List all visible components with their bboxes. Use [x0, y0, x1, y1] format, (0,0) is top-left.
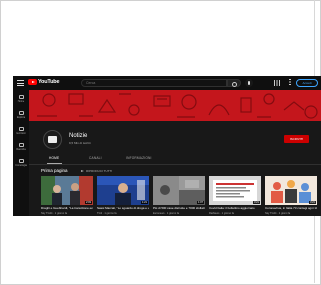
- video-card[interactable]: 1:07 Più di 500 case distrutte e 7000 sf…: [153, 176, 205, 215]
- more-options-icon[interactable]: [289, 79, 291, 86]
- youtube-logo[interactable]: YouTube: [28, 79, 60, 85]
- library-icon: [18, 143, 24, 147]
- history-icon: [18, 159, 24, 163]
- sidebar-item-library[interactable]: Raccolta: [13, 143, 29, 151]
- sidebar-item-subscriptions[interactable]: Iscrizioni: [13, 127, 29, 135]
- video-meta: Euronews · 1 giorno fa: [153, 211, 180, 215]
- youtube-screenshot: YouTube Cerca Accedi Home Esplora Iscriz…: [13, 76, 321, 216]
- tab-about[interactable]: INFORMAZIONI: [126, 156, 152, 160]
- channel-tabs: HOME CANALI INFORMAZIONI: [29, 154, 321, 165]
- tab-channels[interactable]: CANALI: [89, 156, 102, 160]
- video-thumbnail[interactable]: 2:03: [41, 176, 93, 205]
- microphone-icon[interactable]: [245, 79, 253, 87]
- channel-name: Notizie: [69, 133, 88, 139]
- video-card[interactable]: 1:21 Sassi Marcati, "Lo sguardo di droga…: [97, 176, 149, 215]
- active-tab-indicator: [47, 163, 62, 164]
- sidebar-item-label: Raccolta: [16, 148, 26, 151]
- video-duration: 1:07: [196, 201, 204, 204]
- sidebar: Home Esplora Iscrizioni Raccolta Cronolo…: [13, 90, 29, 216]
- subscriber-count: 9,5 Mln di iscritti: [69, 141, 91, 145]
- search-input[interactable]: Cerca: [81, 79, 227, 87]
- sidebar-item-label: Esplora: [16, 116, 26, 119]
- play-all-label: RIPRODUCI TUTTI: [86, 169, 113, 173]
- channel-avatar[interactable]: [43, 130, 62, 149]
- channel-banner: [29, 90, 321, 121]
- video-meta: Sky TG24 · 1 giorno fa: [41, 211, 68, 215]
- video-duration: 2:03: [84, 201, 92, 204]
- video-thumbnail[interactable]: 1:21: [97, 176, 149, 205]
- video-meta: Sky TG24 · 2 giorni fa: [265, 211, 291, 215]
- sidebar-item-label: Home: [17, 100, 25, 103]
- video-title[interactable]: Draghi e Guebhardt, "La transizione ecol…: [41, 207, 93, 211]
- youtube-play-icon: [28, 79, 37, 85]
- video-thumbnail[interactable]: 3:21: [265, 176, 317, 205]
- video-title[interactable]: Sassi Marcati, "Lo sguardo di droga e un…: [97, 207, 149, 211]
- apps-grid-icon[interactable]: [274, 80, 280, 86]
- section-title: Prima pagina: [41, 168, 68, 173]
- video-duration: 3:21: [252, 201, 260, 204]
- play-all-button[interactable]: RIPRODUCI TUTTI: [81, 169, 112, 173]
- video-thumbnail[interactable]: 3:21: [209, 176, 261, 205]
- tab-home[interactable]: HOME: [49, 156, 59, 160]
- subscriptions-icon: [18, 127, 24, 131]
- video-shelf: 2:03 Draghi e Guebhardt, "La transizione…: [41, 176, 321, 216]
- video-duration: 1:21: [140, 201, 148, 204]
- channel-header: Notizie 9,5 Mln di iscritti ISCRIVITI HO…: [29, 121, 321, 216]
- sidebar-item-label: Iscrizioni: [16, 132, 26, 135]
- video-title[interactable]: Covid Italia: il bollettino aggiornato: [209, 207, 261, 211]
- sidebar-item-history[interactable]: Cronologia: [13, 159, 29, 167]
- sidebar-item-home[interactable]: Home: [13, 95, 29, 103]
- banner-pattern: [37, 93, 318, 119]
- search-button[interactable]: [227, 79, 241, 87]
- video-duration: 3:21: [308, 201, 316, 204]
- video-thumbnail[interactable]: 1:07: [153, 176, 205, 205]
- play-icon: [81, 170, 84, 173]
- hamburger-menu-icon[interactable]: [17, 80, 24, 86]
- logo-text: YouTube: [38, 79, 60, 85]
- sidebar-item-label: Cronologia: [15, 164, 27, 167]
- video-card[interactable]: 3:21 Coronavirus, in Italia 73 contagi o…: [265, 176, 317, 215]
- top-bar: YouTube Cerca Accedi: [13, 76, 321, 90]
- subscribe-button[interactable]: ISCRIVITI: [284, 135, 309, 143]
- video-title[interactable]: Più di 500 case distrutte e 7000 sfollat…: [153, 207, 205, 211]
- video-card[interactable]: 3:21 Covid Italia: il bollettino aggiorn…: [209, 176, 261, 215]
- home-icon: [18, 95, 24, 99]
- video-card[interactable]: 2:03 Draghi e Guebhardt, "La transizione…: [41, 176, 93, 215]
- video-title[interactable]: Coronavirus, in Italia 73 contagi ogni 1…: [265, 207, 317, 211]
- video-meta: TG3 · 1 giorno fa: [97, 211, 117, 215]
- sidebar-item-explore[interactable]: Esplora: [13, 111, 29, 119]
- video-meta: RaiNews · 1 giorno fa: [209, 211, 234, 215]
- explore-icon: [18, 111, 24, 115]
- sign-in-button[interactable]: Accedi: [296, 79, 318, 87]
